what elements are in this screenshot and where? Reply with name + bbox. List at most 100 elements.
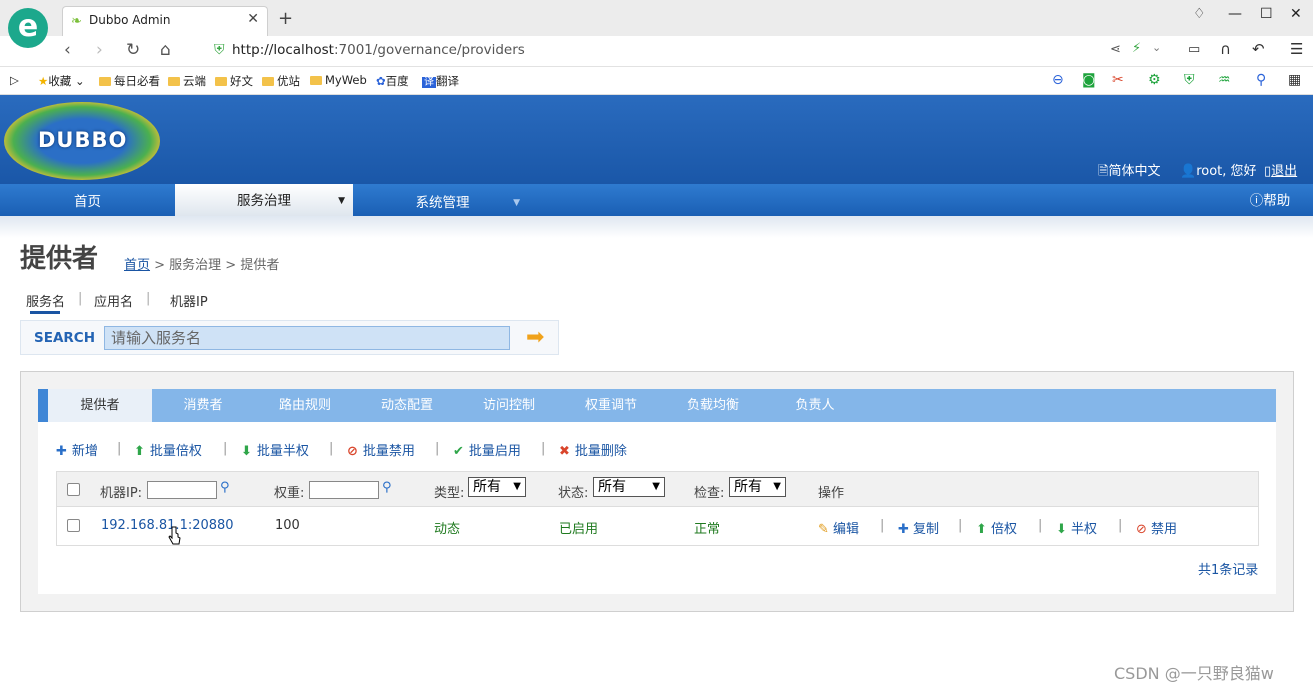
- close-tab-icon[interactable]: ✕: [247, 11, 259, 27]
- battery-icon[interactable]: ▭: [1188, 42, 1200, 57]
- bolt-icon[interactable]: ⚡: [1132, 41, 1141, 56]
- search-icon[interactable]: ⚲: [382, 480, 392, 495]
- header-weight: 权重:: [274, 486, 305, 501]
- batch-disable-button[interactable]: ⊘ 批量禁用: [347, 440, 415, 459]
- logout-link[interactable]: ▯退出: [1264, 160, 1297, 179]
- skin-icon[interactable]: ♢: [1193, 6, 1206, 22]
- tab-providers[interactable]: 提供者: [48, 389, 152, 422]
- search-tab-service[interactable]: 服务名: [26, 291, 65, 310]
- row-disable-button[interactable]: ⊘ 禁用: [1136, 518, 1177, 537]
- add-button[interactable]: ✚ 新增: [56, 440, 98, 459]
- bookmark-favorites[interactable]: ★收藏 ⌄: [38, 73, 85, 89]
- url-field[interactable]: http://localhost:7001/governance/provide…: [232, 42, 525, 58]
- help-link[interactable]: ⓘ帮助: [1240, 184, 1300, 216]
- row-copy-button[interactable]: ✚ 复制: [898, 518, 939, 537]
- bookmark-sites[interactable]: 优站: [262, 73, 300, 89]
- header-ip: 机器IP:: [100, 486, 143, 501]
- row-checkbox[interactable]: [67, 519, 80, 532]
- weight-filter-input[interactable]: [309, 481, 379, 499]
- green-square-icon[interactable]: ◙: [1082, 72, 1096, 88]
- row-status: 已启用: [559, 522, 599, 537]
- chevron-down-icon[interactable]: ⌄: [1152, 41, 1161, 54]
- divider: |: [880, 518, 885, 533]
- batch-double-weight-button[interactable]: ⬆ 批量倍权: [134, 440, 202, 459]
- tab-weights[interactable]: 权重调节: [560, 389, 662, 422]
- zoom-out-icon[interactable]: ⊖: [1052, 72, 1064, 88]
- mouse-pointer-icon: [168, 526, 181, 545]
- check-filter-select[interactable]: 所有 ▼: [729, 477, 786, 497]
- user-greeting: 👤root, 您好: [1180, 164, 1257, 179]
- breadcrumb-home[interactable]: 首页: [124, 258, 150, 273]
- row-half-weight-button[interactable]: ⬇ 半权: [1056, 518, 1097, 537]
- check-icon: ✔: [453, 444, 464, 459]
- tab-owners[interactable]: 负责人: [764, 389, 866, 422]
- search-go-arrow-icon[interactable]: ➡: [526, 327, 544, 349]
- row-check: 正常: [694, 522, 721, 537]
- arrow-up-icon: ⬆: [134, 444, 145, 459]
- back-icon[interactable]: ‹: [64, 40, 71, 60]
- secure-shield-icon: ⛨: [214, 42, 225, 58]
- minimize-button[interactable]: —: [1228, 6, 1242, 22]
- bookmark-cloud[interactable]: 云端: [168, 73, 206, 89]
- arrow-up-icon: ⬆: [976, 522, 987, 537]
- apps-icon[interactable]: ▦: [1288, 72, 1301, 88]
- browser-tab[interactable]: ❧ Dubbo Admin ✕: [62, 6, 268, 36]
- help-icon: ⓘ: [1249, 193, 1264, 209]
- document-icon: 🗎: [1098, 164, 1109, 179]
- bookmark-daily[interactable]: 每日必看: [99, 73, 160, 89]
- bookmark-baidu[interactable]: ✿百度: [376, 73, 409, 89]
- forward-icon[interactable]: ›: [96, 40, 103, 60]
- x-icon: ✖: [559, 444, 570, 459]
- undo-icon[interactable]: ↶: [1252, 40, 1265, 58]
- batch-enable-button[interactable]: ✔ 批量启用: [453, 440, 521, 459]
- tab-routes[interactable]: 路由规则: [254, 389, 356, 422]
- search-icon[interactable]: ⚲: [1256, 72, 1266, 88]
- search-label: SEARCH: [34, 330, 95, 346]
- scissors-icon[interactable]: ✂: [1112, 72, 1124, 88]
- ban-icon: ⊘: [347, 444, 358, 459]
- shield-icon[interactable]: ⛨: [1184, 72, 1195, 88]
- divider: |: [1038, 518, 1043, 533]
- menu-icon[interactable]: ☰: [1290, 40, 1303, 58]
- batch-delete-button[interactable]: ✖ 批量删除: [559, 440, 627, 459]
- new-tab-button[interactable]: +: [278, 8, 293, 29]
- headphones-icon[interactable]: ∩: [1220, 40, 1231, 58]
- tab-access-control[interactable]: 访问控制: [458, 389, 560, 422]
- bookmark-articles[interactable]: 好文: [215, 73, 253, 89]
- divider: |: [329, 441, 334, 456]
- nav-system-management[interactable]: 系统管理 ▼: [355, 184, 530, 216]
- batch-half-weight-button[interactable]: ⬇ 批量半权: [241, 440, 309, 459]
- tab-dynamic-config[interactable]: 动态配置: [356, 389, 458, 422]
- close-window-button[interactable]: ✕: [1290, 6, 1302, 22]
- sidebar-toggle-icon[interactable]: ▷: [10, 73, 19, 87]
- divider: |: [223, 441, 228, 456]
- language-link[interactable]: 🗎简体中文: [1098, 160, 1160, 184]
- bookmark-myweb[interactable]: MyWeb: [310, 73, 367, 87]
- status-filter-select[interactable]: 所有 ▼: [593, 477, 665, 497]
- tools-icon[interactable]: ⚙: [1148, 72, 1161, 88]
- divider: |: [1118, 518, 1123, 533]
- share-icon[interactable]: ⋖: [1110, 42, 1121, 57]
- header-type: 类型:: [434, 486, 465, 501]
- logo-text: DUBBO: [38, 128, 128, 152]
- select-all-checkbox[interactable]: [67, 483, 80, 496]
- home-icon[interactable]: ⌂: [160, 40, 171, 60]
- divider: |: [117, 441, 122, 456]
- bookmark-translate[interactable]: 译翻译: [422, 73, 459, 89]
- nav-service-governance[interactable]: 服务治理 ▼: [175, 184, 353, 216]
- row-double-weight-button[interactable]: ⬆ 倍权: [976, 518, 1017, 537]
- tab-load-balance[interactable]: 负载均衡: [662, 389, 764, 422]
- search-tab-app[interactable]: 应用名: [94, 291, 133, 310]
- dropdown-arrow-icon: ▼: [652, 481, 660, 492]
- row-edit-button[interactable]: ✎ 编辑: [818, 518, 859, 537]
- maximize-button[interactable]: ☐: [1260, 6, 1273, 22]
- search-input[interactable]: [104, 326, 510, 350]
- ip-filter-input[interactable]: [147, 481, 217, 499]
- search-icon[interactable]: ⚲: [220, 480, 230, 495]
- search-tab-ip[interactable]: 机器IP: [170, 291, 208, 310]
- type-filter-select[interactable]: 所有 ▼: [468, 477, 526, 497]
- tab-consumers[interactable]: 消费者: [152, 389, 254, 422]
- nav-home[interactable]: 首页: [0, 184, 175, 216]
- gamepad-icon[interactable]: ♒: [1218, 72, 1231, 88]
- refresh-icon[interactable]: ↻: [126, 40, 140, 60]
